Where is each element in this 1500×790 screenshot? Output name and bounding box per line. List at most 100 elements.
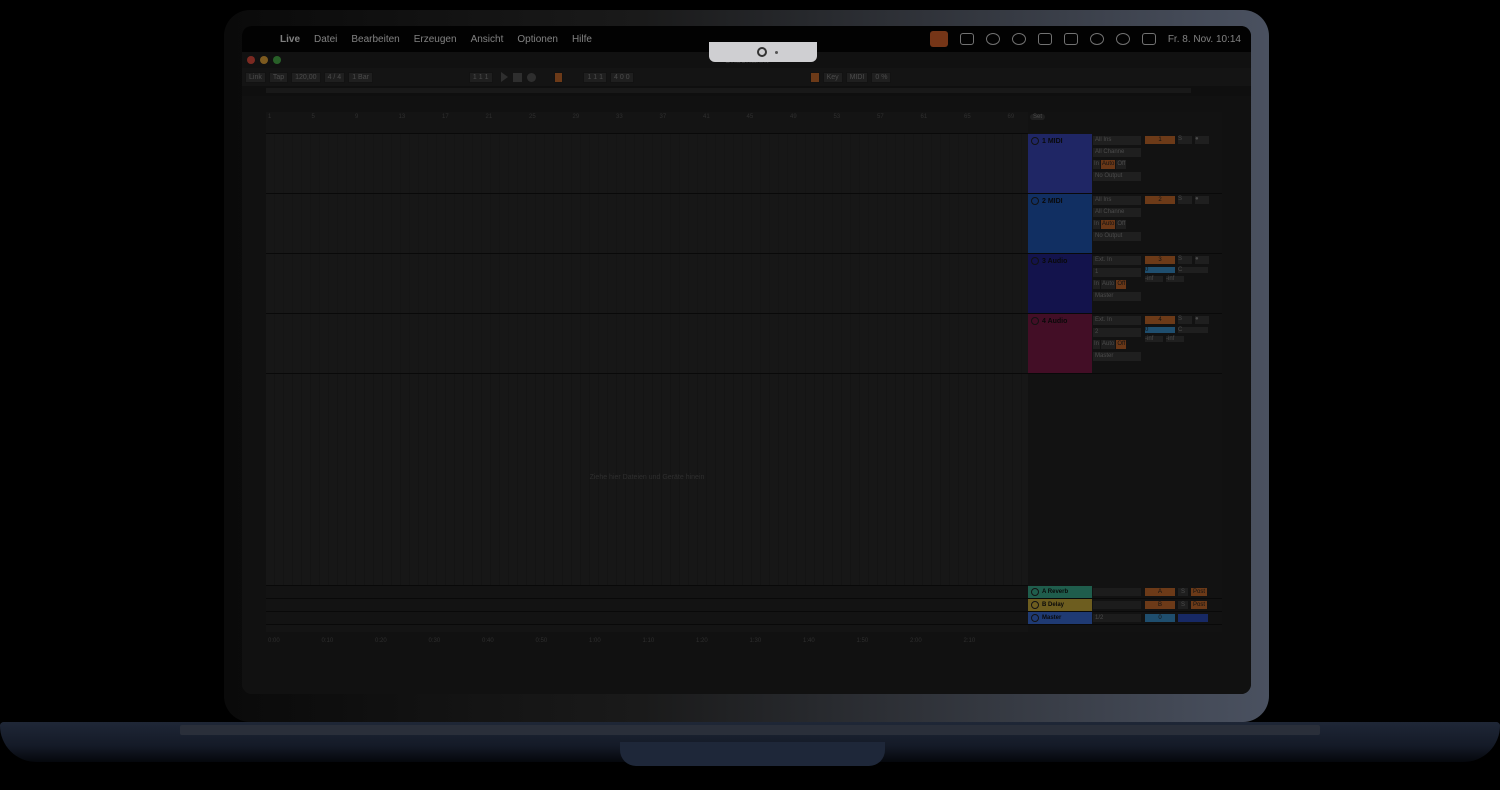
midi-map-button[interactable]: MIDI [845, 71, 869, 83]
volume-field[interactable]: 0 [1145, 267, 1175, 273]
track-activator[interactable]: A [1145, 588, 1175, 596]
input-channel-select[interactable]: 1 [1093, 268, 1141, 277]
input-channel-select[interactable]: All Channe [1093, 148, 1141, 157]
clock[interactable]: Fr. 8. Nov. 10:14 [1168, 34, 1241, 45]
track-title[interactable]: A Reverb [1028, 586, 1092, 598]
draw-mode-button[interactable] [809, 71, 820, 83]
input-type-select[interactable]: Ext. In [1093, 256, 1141, 265]
return-lane-b[interactable] [266, 599, 1028, 612]
overview-bar[interactable] [242, 86, 1251, 96]
wifi-icon[interactable] [1089, 33, 1104, 45]
track-activator[interactable]: B [1145, 601, 1175, 609]
output-select[interactable]: Master [1093, 292, 1141, 301]
volume-field[interactable]: 0 [1145, 327, 1175, 333]
pan-field[interactable]: C [1178, 327, 1208, 333]
monitor-auto[interactable]: Auto [1101, 160, 1116, 169]
track-lane-3[interactable] [266, 254, 1028, 314]
solo-button[interactable]: S [1178, 588, 1188, 596]
arm-button[interactable]: ● [1195, 256, 1209, 264]
output-select[interactable]: No Output [1093, 232, 1141, 241]
tempo-field[interactable]: 120,00 [291, 71, 321, 83]
track-activator[interactable]: 1 [1145, 136, 1175, 144]
input-type-select[interactable]: All Ins [1093, 136, 1141, 145]
tap-button[interactable]: Tap [268, 71, 289, 83]
track-activator[interactable]: 3 [1145, 256, 1175, 264]
time-signature[interactable]: 4 / 4 [323, 71, 346, 83]
arrangement-position[interactable]: 1 1 1 [468, 71, 493, 83]
fold-icon[interactable] [1031, 137, 1039, 145]
monitor-in[interactable]: In [1093, 160, 1101, 169]
monitor-switch[interactable]: In Auto Off [1093, 280, 1141, 289]
monitor-auto[interactable]: Auto [1101, 220, 1116, 229]
fold-icon[interactable] [1031, 614, 1039, 622]
fold-icon[interactable] [1031, 197, 1039, 205]
menu-hilfe[interactable]: Hilfe [572, 34, 592, 45]
track-header-2[interactable]: 2 MIDI All Ins All Channe In Auto Off No O… [1028, 194, 1222, 254]
monitor-switch[interactable]: In Auto Off [1093, 220, 1141, 229]
battery-icon[interactable] [1063, 33, 1078, 45]
monitor-auto[interactable]: Auto [1101, 280, 1116, 289]
post-button[interactable]: Post [1191, 588, 1207, 596]
monitor-auto[interactable]: Auto [1101, 340, 1116, 349]
track-title[interactable]: B Delay [1028, 599, 1092, 611]
key-map-button[interactable]: Key [822, 71, 843, 83]
arm-button[interactable]: ● [1195, 196, 1209, 204]
track-title[interactable]: 3 Audio [1028, 254, 1092, 313]
track-activator[interactable]: 2 [1145, 196, 1175, 204]
return-track-b[interactable]: B Delay B S Post [1028, 599, 1222, 612]
drive-icon[interactable] [959, 33, 974, 45]
arrangement-view[interactable]: 1 5 9 13 17 21 25 29 33 37 41 45 49 53 57 61 65 69 Ziehe … [266, 112, 1028, 632]
input-channel-select[interactable]: All Channe [1093, 208, 1141, 217]
drop-area[interactable]: Ziehe hier Dateien und Geräte hinein [266, 374, 1028, 586]
loop-length-field[interactable]: 4 0 0 [610, 71, 634, 83]
track-activator[interactable]: 4 [1145, 316, 1175, 324]
fold-icon[interactable] [1031, 257, 1039, 265]
solo-button[interactable]: S [1178, 136, 1192, 144]
arm-button[interactable]: ● [1195, 316, 1209, 324]
menu-bearbeiten[interactable]: Bearbeiten [351, 34, 399, 45]
menu-erzeugen[interactable]: Erzeugen [414, 34, 457, 45]
return-io[interactable] [1093, 601, 1141, 609]
input-type-select[interactable]: All Ins [1093, 196, 1141, 205]
return-io[interactable] [1093, 588, 1141, 596]
master-volume[interactable]: 0 [1145, 614, 1175, 622]
loop-start-field[interactable]: 1 1 1 [583, 71, 608, 83]
post-button[interactable]: Post [1191, 601, 1207, 609]
menu-optionen[interactable]: Optionen [517, 34, 558, 45]
track-header-3[interactable]: 3 Audio Ext. In 1 In Auto Off Master 3 S ● 0… [1028, 254, 1222, 314]
input-channel-select[interactable]: 2 [1093, 328, 1141, 337]
solo-button[interactable]: S [1178, 196, 1192, 204]
track-title[interactable]: 4 Audio [1028, 314, 1092, 373]
beat-ruler[interactable]: 1 5 9 13 17 21 25 29 33 37 41 45 49 53 57 61 65 69 [266, 112, 1028, 134]
menu-datei[interactable]: Datei [314, 34, 337, 45]
return-track-a[interactable]: A Reverb A S Post [1028, 586, 1222, 599]
track-header-4[interactable]: 4 Audio Ext. In 2 In Auto Off Master 4 S ● 0… [1028, 314, 1222, 374]
monitor-in[interactable]: In [1093, 280, 1101, 289]
microphone-icon[interactable] [929, 31, 948, 47]
master-track[interactable]: Master 1/2 0 [1028, 612, 1222, 625]
link-button[interactable]: Link [245, 71, 266, 83]
arm-button[interactable]: ● [1195, 136, 1209, 144]
track-title[interactable]: Master [1028, 612, 1092, 624]
play-status-icon[interactable] [1011, 33, 1026, 45]
monitor-off[interactable]: Off [1116, 340, 1127, 349]
return-lane-a[interactable] [266, 586, 1028, 599]
solo-button[interactable]: S [1178, 316, 1192, 324]
track-header-1[interactable]: 1 MIDI All Ins All Channe In Auto Off No O… [1028, 134, 1222, 194]
master-output-select[interactable]: 1/2 [1093, 614, 1141, 622]
fold-icon[interactable] [1031, 601, 1039, 609]
control-center-icon[interactable] [1141, 33, 1156, 45]
track-lane-1[interactable] [266, 134, 1028, 194]
solo-button[interactable]: S [1178, 256, 1192, 264]
master-lane[interactable] [266, 612, 1028, 625]
output-select[interactable]: Master [1093, 352, 1141, 361]
monitor-in[interactable]: In [1093, 220, 1101, 229]
monitor-off[interactable]: Off [1116, 280, 1127, 289]
pan-field[interactable]: C [1178, 267, 1208, 273]
menu-app[interactable]: Live [280, 34, 300, 45]
track-title[interactable]: 1 MIDI [1028, 134, 1092, 193]
track-lane-2[interactable] [266, 194, 1028, 254]
solo-button[interactable]: S [1178, 601, 1188, 609]
monitor-switch[interactable]: In Auto Off [1093, 340, 1141, 349]
menu-ansicht[interactable]: Ansicht [471, 34, 504, 45]
